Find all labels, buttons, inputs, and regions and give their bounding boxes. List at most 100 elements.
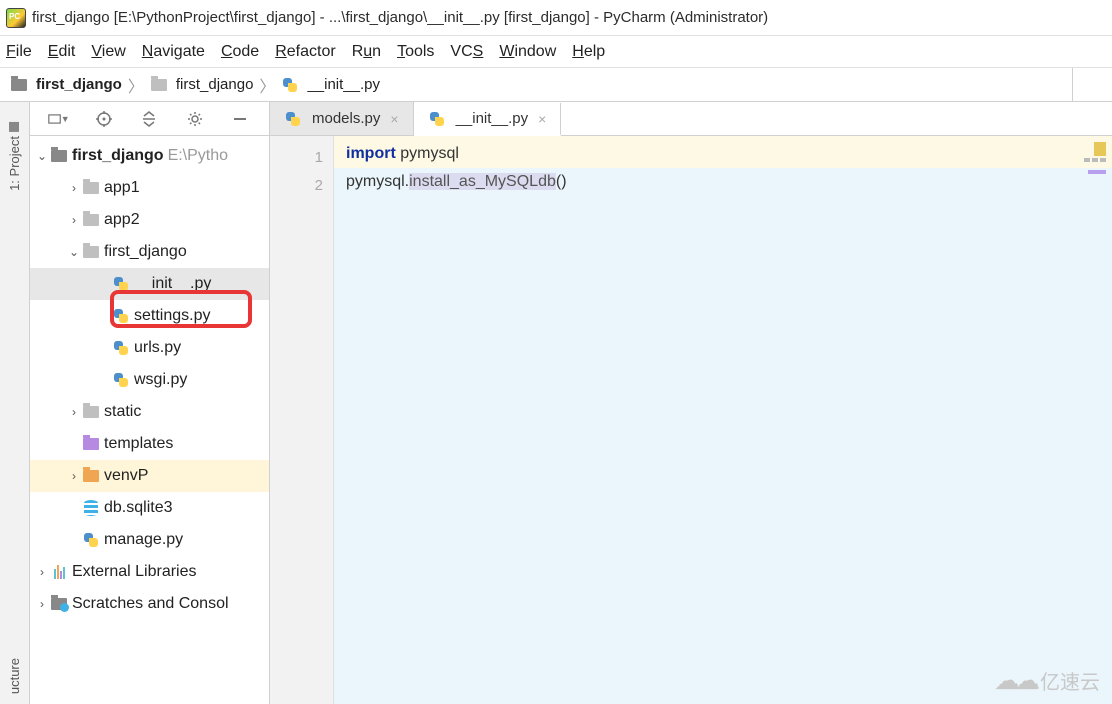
- tree-item-label: db.sqlite3: [104, 499, 173, 517]
- menu-window[interactable]: Window: [499, 43, 556, 61]
- menu-bar: File Edit View Navigate Code Refactor Ru…: [0, 36, 1112, 68]
- python-file-icon: [82, 531, 100, 549]
- tree-item-label: static: [104, 403, 141, 421]
- tree-item[interactable]: › app1: [30, 172, 269, 204]
- tree-item[interactable]: settings.py: [30, 300, 269, 332]
- tree-item[interactable]: templates: [30, 428, 269, 460]
- editor-tab-bar: models.py × __init__.py ×: [270, 102, 1112, 136]
- close-icon[interactable]: ×: [538, 111, 546, 127]
- chevron-right-icon[interactable]: ›: [66, 405, 82, 419]
- tree-item[interactable]: › venvP: [30, 460, 269, 492]
- tree-item[interactable]: manage.py: [30, 524, 269, 556]
- tree-scratches[interactable]: › Scratches and Consol: [30, 588, 269, 620]
- tree-item[interactable]: db.sqlite3: [30, 492, 269, 524]
- project-tree[interactable]: ⌄ first_django E:\Pytho › app1 › app2 ⌄ first…: [30, 136, 269, 704]
- code-text: pymysql: [396, 145, 459, 162]
- code-text: pymysql.: [346, 173, 409, 190]
- tab-empty-area: [561, 102, 1112, 135]
- breadcrumb-item[interactable]: __init__.py: [277, 76, 384, 94]
- folder-icon: [82, 467, 100, 485]
- folder-icon: [82, 211, 100, 229]
- chevron-down-icon[interactable]: ⌄: [34, 149, 50, 163]
- tree-item-label: settings.py: [134, 307, 210, 325]
- tree-item-label: venvP: [104, 467, 148, 485]
- minimize-icon[interactable]: [229, 108, 251, 130]
- window-title: first_django [E:\PythonProject\first_dja…: [32, 9, 768, 26]
- folder-icon: [82, 403, 100, 421]
- cloud-icon: ☁☁: [994, 665, 1034, 696]
- tree-item[interactable]: › app2: [30, 204, 269, 236]
- highlight-marker-icon: [1088, 170, 1106, 174]
- code-editor[interactable]: import pymysql pymysql.install_as_MySQLd…: [334, 136, 1112, 704]
- chevron-right-icon[interactable]: ›: [34, 565, 50, 579]
- breadcrumb-separator: 〉: [257, 73, 277, 97]
- chevron-right-icon[interactable]: ›: [66, 213, 82, 227]
- menu-tools[interactable]: Tools: [397, 43, 434, 61]
- tree-item[interactable]: wsgi.py: [30, 364, 269, 396]
- target-icon[interactable]: [93, 108, 115, 130]
- chevron-right-icon[interactable]: ›: [66, 181, 82, 195]
- menu-file[interactable]: File: [6, 43, 32, 61]
- keyword: import: [346, 145, 396, 162]
- tree-item[interactable]: ⌄ first_django: [30, 236, 269, 268]
- tree-item-label: app2: [104, 211, 140, 229]
- line-number: 2: [270, 172, 323, 200]
- side-tab-structure[interactable]: ucture: [7, 658, 22, 694]
- collapse-icon[interactable]: [138, 108, 160, 130]
- chevron-right-icon[interactable]: ›: [66, 469, 82, 483]
- folder-icon: [82, 243, 100, 261]
- breadcrumb-right-slot: [1072, 68, 1106, 101]
- chevron-right-icon[interactable]: ›: [34, 597, 50, 611]
- pycharm-icon: [6, 8, 26, 28]
- code-call: install_as_MySQLdb: [409, 173, 556, 190]
- close-icon[interactable]: ×: [390, 111, 398, 127]
- breadcrumb-item[interactable]: first_django: [6, 76, 126, 94]
- menu-view[interactable]: View: [91, 43, 125, 61]
- tree-item[interactable]: › static: [30, 396, 269, 428]
- tree-item-label: urls.py: [134, 339, 181, 357]
- menu-refactor[interactable]: Refactor: [275, 43, 335, 61]
- tree-item-label: wsgi.py: [134, 371, 187, 389]
- menu-code[interactable]: Code: [221, 43, 259, 61]
- python-file-icon: [112, 339, 130, 357]
- project-toolbar: ▼: [30, 102, 269, 136]
- menu-help[interactable]: Help: [572, 43, 605, 61]
- menu-navigate[interactable]: Navigate: [142, 43, 205, 61]
- breadcrumb-item[interactable]: first_django: [146, 76, 258, 94]
- breadcrumb-separator: 〉: [126, 73, 146, 97]
- title-bar: first_django [E:\PythonProject\first_dja…: [0, 0, 1112, 36]
- left-tool-strip: 1: Project ucture: [0, 102, 30, 704]
- tree-item[interactable]: __init__.py: [30, 268, 269, 300]
- menu-vcs[interactable]: VCS: [450, 43, 483, 61]
- editor-tab[interactable]: models.py ×: [270, 102, 414, 135]
- scope-dropdown-icon[interactable]: ▼: [48, 108, 70, 130]
- tree-item-label: templates: [104, 435, 173, 453]
- python-file-icon: [112, 307, 130, 325]
- editor-tab[interactable]: __init__.py ×: [414, 103, 562, 136]
- menu-edit[interactable]: Edit: [48, 43, 76, 61]
- editor-body: 1 2 import pymysql pymysql.install_as_My…: [270, 136, 1112, 704]
- tree-external-libraries[interactable]: › External Libraries: [30, 556, 269, 588]
- tree-item-label: first_django: [104, 243, 187, 261]
- menu-run[interactable]: Run: [352, 43, 381, 61]
- python-file-icon: [112, 275, 130, 293]
- line-gutter: 1 2: [270, 136, 334, 704]
- tree-item[interactable]: urls.py: [30, 332, 269, 364]
- gear-icon[interactable]: [184, 108, 206, 130]
- tree-root[interactable]: ⌄ first_django E:\Pytho: [30, 140, 269, 172]
- folder-icon: [82, 179, 100, 197]
- side-tab-project[interactable]: 1: Project: [7, 122, 22, 191]
- chevron-down-icon[interactable]: ⌄: [66, 245, 82, 259]
- tab-label: __init__.py: [456, 110, 529, 127]
- breadcrumb-bar: first_django 〉 first_django 〉 __init__.p…: [0, 68, 1112, 102]
- tab-label: models.py: [312, 110, 380, 127]
- tree-item-label: __init__.py: [134, 275, 211, 293]
- tree-item-label: manage.py: [104, 531, 183, 549]
- tree-item-label: app1: [104, 179, 140, 197]
- project-panel: ▼ ⌄ first_django E:\Pytho › app1 › app2: [30, 102, 270, 704]
- folder-icon: [82, 435, 100, 453]
- editor-area: models.py × __init__.py × 1 2 import pym…: [270, 102, 1112, 704]
- watermark: ☁☁ 亿速云: [994, 665, 1100, 696]
- minimap-icon: [1084, 158, 1106, 162]
- warning-marker-icon: [1094, 142, 1106, 156]
